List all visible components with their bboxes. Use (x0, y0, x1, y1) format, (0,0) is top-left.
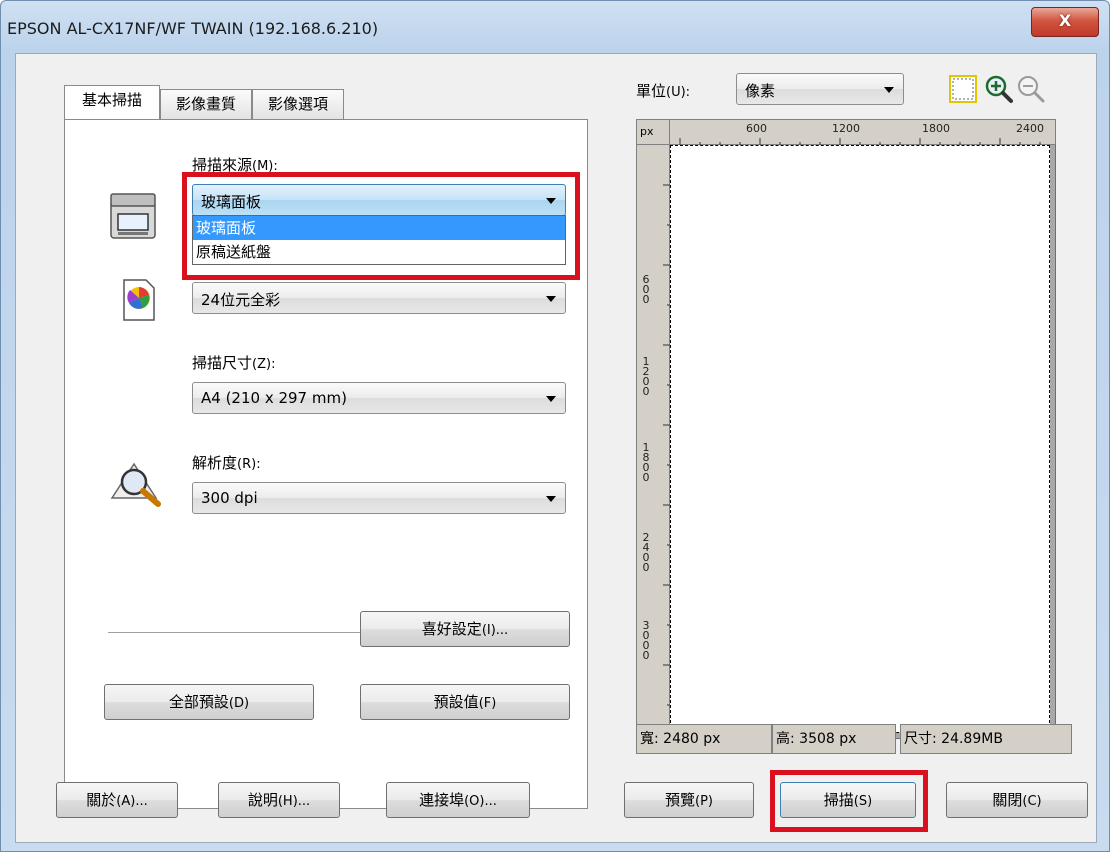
about-button-accel: (A)... (116, 794, 148, 809)
reset-all-button[interactable]: 全部預設(D) (104, 684, 314, 720)
title-bar[interactable]: EPSON AL-CX17NF/WF TWAIN (192.168.6.210)… (1, 1, 1109, 51)
scan-source-accel: (M): (252, 159, 278, 174)
dropdown-option-flatbed[interactable]: 玻璃面板 (193, 216, 565, 240)
h-tick-label: 2400 (1016, 122, 1044, 135)
horizontal-ruler: 600 1200 1800 2400 (669, 119, 1056, 146)
color-mode-icon (123, 279, 155, 321)
help-button-label: 說明 (247, 791, 278, 809)
scan-button-label: 掃描 (823, 791, 854, 809)
ruler-unit: px (636, 119, 670, 145)
color-mode-combo[interactable]: 24位元全彩 (192, 282, 566, 314)
vertical-ruler: 600 1200 1800 2400 3000 (636, 144, 671, 739)
close-button[interactable]: 關閉(C) (946, 782, 1088, 818)
close-button-label: 關閉 (992, 791, 1023, 809)
status-size: 尺寸: 24.89MB (900, 724, 1072, 754)
v-tick-label: 2400 (642, 531, 650, 574)
window-title: EPSON AL-CX17NF/WF TWAIN (192.168.6.210) (7, 19, 379, 38)
preview-button-label: 預覽 (665, 791, 696, 809)
favorites-button-label: 喜好設定 (421, 620, 482, 638)
v-tick-label: 1200 (642, 355, 650, 398)
chevron-down-icon (546, 198, 556, 204)
defaults-button[interactable]: 預設值(F) (360, 684, 570, 720)
resolution-label-text: 解析度 (192, 454, 238, 472)
defaults-button-label: 預設值 (433, 693, 479, 711)
scan-button-accel: (S) (853, 794, 873, 809)
magnifier-icon (110, 462, 161, 507)
v-tick-label: 1800 (642, 441, 650, 484)
preview-button-accel: (P) (695, 794, 713, 809)
resolution-accel: (R): (237, 457, 261, 472)
scanner-window: EPSON AL-CX17NF/WF TWAIN (192.168.6.210)… (0, 0, 1110, 852)
horizontal-ruler-ticks (679, 138, 1041, 146)
preview-canvas[interactable] (670, 145, 1050, 733)
dialog-client: 基本掃描 影像畫質 影像選項 掃描來源(M): 玻璃面板 玻璃面板 原稿送紙盤 (15, 53, 1097, 843)
reset-all-button-accel: (D) (228, 696, 250, 711)
scan-size-label-text: 掃描尺寸 (192, 354, 253, 372)
port-button-accel: (O)... (464, 794, 497, 809)
scan-size-label: 掃描尺寸(Z): (192, 352, 275, 373)
chevron-down-icon (546, 396, 556, 402)
scan-size-combo[interactable]: A4 (210 x 297 mm) (192, 382, 566, 414)
preview-button[interactable]: 預覽(P) (624, 782, 754, 818)
scanner-icon (110, 193, 156, 239)
tab-basic-scan[interactable]: 基本掃描 (64, 85, 160, 119)
close-button-accel: (C) (1022, 794, 1042, 809)
scan-source-dropdown-list: 玻璃面板 原稿送紙盤 (192, 215, 566, 265)
help-button[interactable]: 說明(H)... (218, 782, 340, 818)
resolution-combo[interactable]: 300 dpi (192, 482, 566, 514)
defaults-button-accel: (F) (478, 696, 497, 711)
scan-source-value: 玻璃面板 (201, 193, 262, 211)
window-close-button[interactable]: X (1031, 7, 1099, 37)
status-height: 高: 3508 px (772, 724, 896, 754)
chevron-down-icon (884, 87, 894, 93)
scan-source-combo[interactable]: 玻璃面板 (192, 184, 566, 216)
color-mode-value: 24位元全彩 (201, 291, 281, 309)
unit-label: 單位(U): (636, 80, 690, 101)
chevron-down-icon (546, 496, 556, 502)
chevron-down-icon (546, 296, 556, 302)
about-button-label: 關於 (86, 791, 117, 809)
favorites-button-accel: (I)... (481, 623, 509, 638)
h-tick-label: 600 (746, 122, 767, 135)
unit-combo[interactable]: 像素 (736, 73, 904, 105)
resolution-value: 300 dpi (201, 489, 258, 507)
port-button[interactable]: 連接埠(O)... (386, 782, 530, 818)
tab-image-options[interactable]: 影像選項 (252, 89, 344, 119)
scan-source-label-text: 掃描來源 (192, 156, 253, 174)
about-button[interactable]: 關於(A)... (56, 782, 178, 818)
unit-label-accel: (U): (666, 85, 691, 100)
marquee-select-icon[interactable] (948, 74, 978, 104)
scan-size-value: A4 (210 x 297 mm) (201, 389, 347, 407)
unit-value: 像素 (745, 82, 776, 100)
v-tick-label: 600 (642, 273, 650, 306)
zoom-out-icon[interactable] (1016, 74, 1046, 104)
v-tick-label: 3000 (642, 619, 650, 662)
status-width: 寬: 2480 px (636, 724, 772, 754)
h-tick-label: 1200 (832, 122, 860, 135)
resolution-label: 解析度(R): (192, 452, 261, 473)
scan-size-accel: (Z): (252, 357, 276, 372)
unit-label-text: 單位 (636, 82, 667, 100)
zoom-in-icon[interactable] (984, 74, 1014, 104)
help-button-accel: (H)... (277, 794, 311, 809)
favorites-button[interactable]: 喜好設定(I)... (360, 611, 570, 647)
reset-all-button-label: 全部預設 (168, 693, 229, 711)
port-button-label: 連接埠 (419, 791, 465, 809)
dropdown-option-adf[interactable]: 原稿送紙盤 (193, 240, 565, 264)
scan-button[interactable]: 掃描(S) (780, 782, 916, 818)
scan-source-label: 掃描來源(M): (192, 154, 278, 175)
h-tick-label: 1800 (922, 122, 950, 135)
tab-image-quality[interactable]: 影像畫質 (160, 89, 252, 119)
